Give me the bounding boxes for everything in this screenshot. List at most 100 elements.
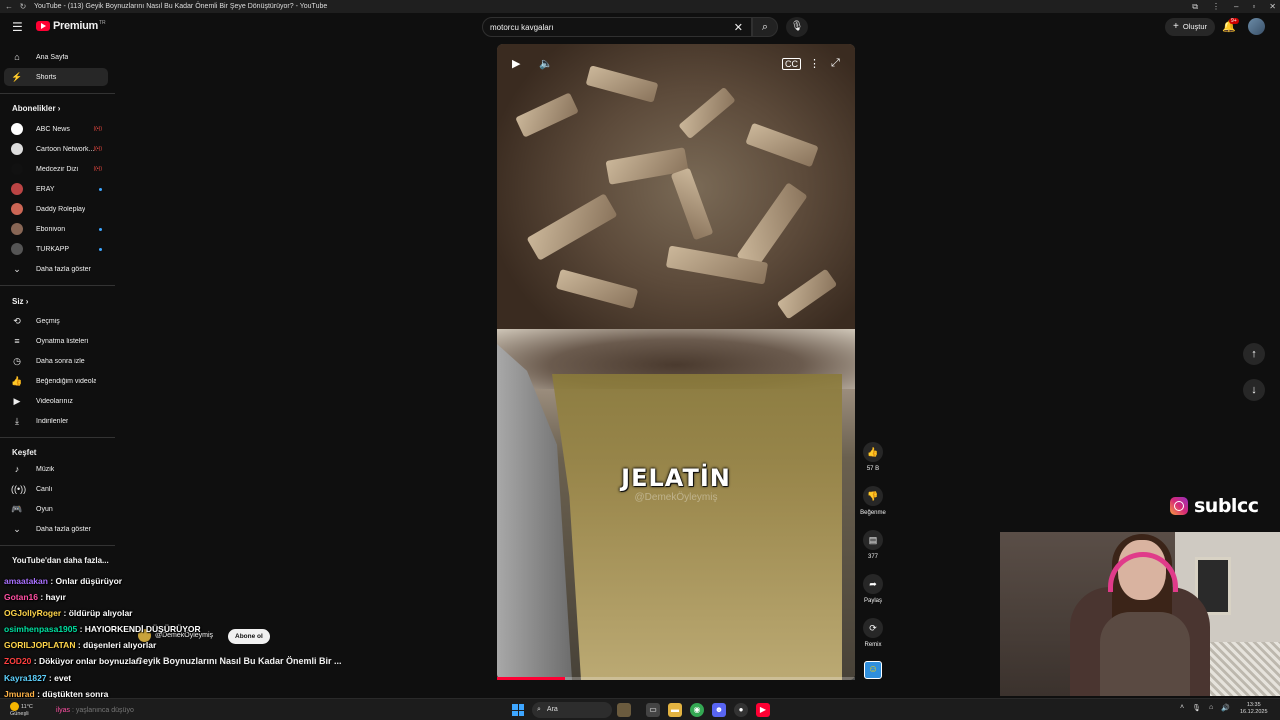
taskbar-clock[interactable]: 13:35 16.12.2025 (1240, 702, 1268, 716)
previous-short-button[interactable]: ↑ (1243, 343, 1265, 365)
sidebar-item-label: Daha fazla göster (36, 525, 91, 533)
sidebar-item-label: Shorts (36, 73, 57, 81)
chevron-down-icon: ⌄ (13, 523, 21, 534)
sidebar-item-label: Beğendiğim videolar (36, 377, 96, 385)
play-icon[interactable]: ▶ (512, 57, 520, 70)
sidebar-item-gaming[interactable]: 🎮 Oyun (4, 500, 108, 518)
sidebar-item-playlists[interactable]: ≡ Oynatma listeleri (4, 332, 108, 350)
sidebar-sub-daddy-roleplay[interactable]: Daddy Roleplay (4, 200, 108, 218)
extensions-icon[interactable]: ⧉ (1192, 2, 1198, 12)
short-video-player[interactable]: ▶ 🔈 CC ⋮ ⤢ JELATİN @DemekÖyleymiş (497, 44, 855, 680)
sidebar-item-label: Ebonivon (36, 225, 66, 233)
share-label: Paylaş (863, 598, 882, 604)
weather-widget[interactable]: 11°C Güneşli (10, 702, 33, 718)
sidebar-sub-turkapp[interactable]: TÜRKAPP (4, 240, 108, 258)
close-window-icon[interactable]: ✕ (1269, 2, 1276, 11)
account-avatar[interactable] (1248, 18, 1265, 35)
obs-icon[interactable]: ● (734, 703, 748, 717)
youtube-logo[interactable]: Premium TR (36, 20, 106, 32)
back-icon[interactable]: ← (4, 2, 14, 12)
sidebar-item-music[interactable]: ♪ Müzik (4, 460, 108, 478)
search-button[interactable]: ⌕ (752, 17, 778, 37)
sidebar-item-history[interactable]: ⟲ Geçmiş (4, 312, 108, 330)
comments-button[interactable]: ▤ 377 (858, 530, 888, 560)
sidebar-item-your-videos[interactable]: ▶ Videolarınız (4, 392, 108, 410)
new-content-dot (99, 187, 102, 191)
network-icon[interactable]: ⌂ (1209, 704, 1213, 712)
sidebar-item-live[interactable]: ((•)) Canlı (4, 480, 108, 498)
tray-chevron-icon[interactable]: ˄ (1180, 704, 1184, 712)
sidebar-item-shorts[interactable]: ⚡ Shorts (4, 68, 108, 86)
video-progress-bar[interactable] (497, 677, 855, 680)
channel-avatar (11, 203, 23, 215)
like-button[interactable]: 👍 57 B (858, 442, 888, 472)
next-short-button[interactable]: ↓ (1243, 379, 1265, 401)
sidebar-item-label: Daddy Roleplay (36, 205, 86, 213)
chat-text: hayır (45, 592, 66, 602)
chat-text: öldürüp alıyolar (68, 608, 133, 618)
discord-icon[interactable]: ☻ (712, 703, 726, 717)
sidebar-item-watch-later[interactable]: ◷ Daha sonra izle (4, 352, 108, 370)
browser-menu-icon[interactable]: ⋮ (1212, 2, 1220, 11)
video-watermark: @DemekÖyleymiş (634, 492, 718, 503)
arrow-down-icon: ↓ (1251, 384, 1257, 396)
youtube-app-icon[interactable]: ▶ (756, 703, 770, 717)
remix-button[interactable]: ⟳ Remix (858, 618, 888, 648)
sidebar-sub-cartoon-network[interactable]: Cartoon Network... ((•)) (4, 140, 108, 158)
new-content-dot (99, 227, 102, 231)
sidebar-explore-show-more[interactable]: ⌄ Daha fazla göster (4, 520, 108, 538)
menu-icon[interactable]: ☰ (12, 21, 24, 33)
chrome-icon[interactable]: ◉ (690, 703, 704, 717)
windows-start-icon[interactable] (512, 704, 524, 716)
sidebar-sub-eray[interactable]: ERAY (4, 180, 108, 198)
task-view-icon[interactable]: ▭ (646, 703, 660, 717)
clear-search-icon[interactable]: ✕ (734, 21, 743, 34)
you-header[interactable]: Siz › (12, 297, 28, 306)
instagram-icon (1170, 497, 1188, 515)
chat-text: HAYIORKENDİ DÜŞÜRÜYOR (84, 624, 201, 634)
sidebar-item-label: Medcezir Dizi (36, 165, 79, 173)
sidebar-subs-show-more[interactable]: ⌄ Daha fazla göster (4, 260, 108, 278)
temperature: 11°C (21, 703, 33, 710)
system-tray: ˄ 🎙 ⌂ 🔊 (1180, 704, 1230, 712)
minimize-icon[interactable]: – (1234, 2, 1238, 11)
streamer-brand: sublcc (1170, 495, 1259, 517)
maximize-icon[interactable]: ▫ (1252, 2, 1255, 11)
captions-icon[interactable]: CC (782, 58, 801, 70)
fullscreen-icon[interactable]: ⤢ (831, 57, 840, 70)
reload-icon[interactable]: ↻ (18, 2, 28, 12)
video-caption-text: JELATİN (621, 464, 731, 492)
live-indicator-icon: ((•)) (93, 126, 102, 132)
window-titlebar: ← ↻ YouTube - (113) Geyik Boynuzlarını N… (0, 0, 1280, 13)
chat-message: ZOD20 : Döküyor onlar boynuzları (4, 656, 142, 666)
chat-user: osimhenpasa1905 (4, 624, 78, 634)
chat-text: evet (54, 673, 72, 683)
sound-thumbnail[interactable]: ☺ (864, 661, 882, 679)
sidebar-item-liked[interactable]: 👍 Beğendiğim videolar (4, 372, 108, 390)
share-button[interactable]: ➦ Paylaş (858, 574, 888, 604)
chat-text: Onlar düşürüyor (55, 576, 123, 586)
voice-search-button[interactable]: 🎙 (786, 17, 808, 37)
sidebar-sub-medcezir[interactable]: Medcezir Dizi ((•)) (4, 160, 108, 178)
search-input[interactable] (490, 22, 720, 32)
widgets-icon[interactable] (617, 703, 631, 717)
subscriptions-header[interactable]: Abonelikler › (12, 104, 60, 113)
mic-tray-icon[interactable]: 🎙 (1192, 704, 1201, 712)
file-explorer-icon[interactable]: ▬ (668, 703, 682, 717)
more-options-icon[interactable]: ⋮ (809, 57, 820, 70)
taskbar-search[interactable]: ⌕ Ara (532, 702, 612, 718)
arrow-up-icon: ↑ (1251, 348, 1257, 360)
volume-tray-icon[interactable]: 🔊 (1221, 704, 1230, 712)
sidebar-item-label: ABC News (36, 125, 70, 133)
sidebar-sub-ebonivon[interactable]: Ebonivon (4, 220, 108, 238)
comment-count: 377 (867, 554, 878, 560)
volume-icon[interactable]: 🔈 (539, 57, 553, 70)
taskbar-search-label: Ara (546, 706, 558, 713)
dislike-button[interactable]: 👎 Beğenme (858, 486, 888, 516)
create-button[interactable]: + Oluştur (1165, 18, 1216, 36)
sidebar-sub-abc-news[interactable]: ABC News ((•)) (4, 120, 108, 138)
divider (0, 93, 115, 94)
sidebar-item-downloads[interactable]: ⤓ İndirilenler (4, 412, 108, 430)
more-from-youtube-header: YouTube'dan daha fazla... (12, 556, 109, 565)
sidebar-item-home[interactable]: ⌂ Ana Sayfa (4, 48, 108, 66)
